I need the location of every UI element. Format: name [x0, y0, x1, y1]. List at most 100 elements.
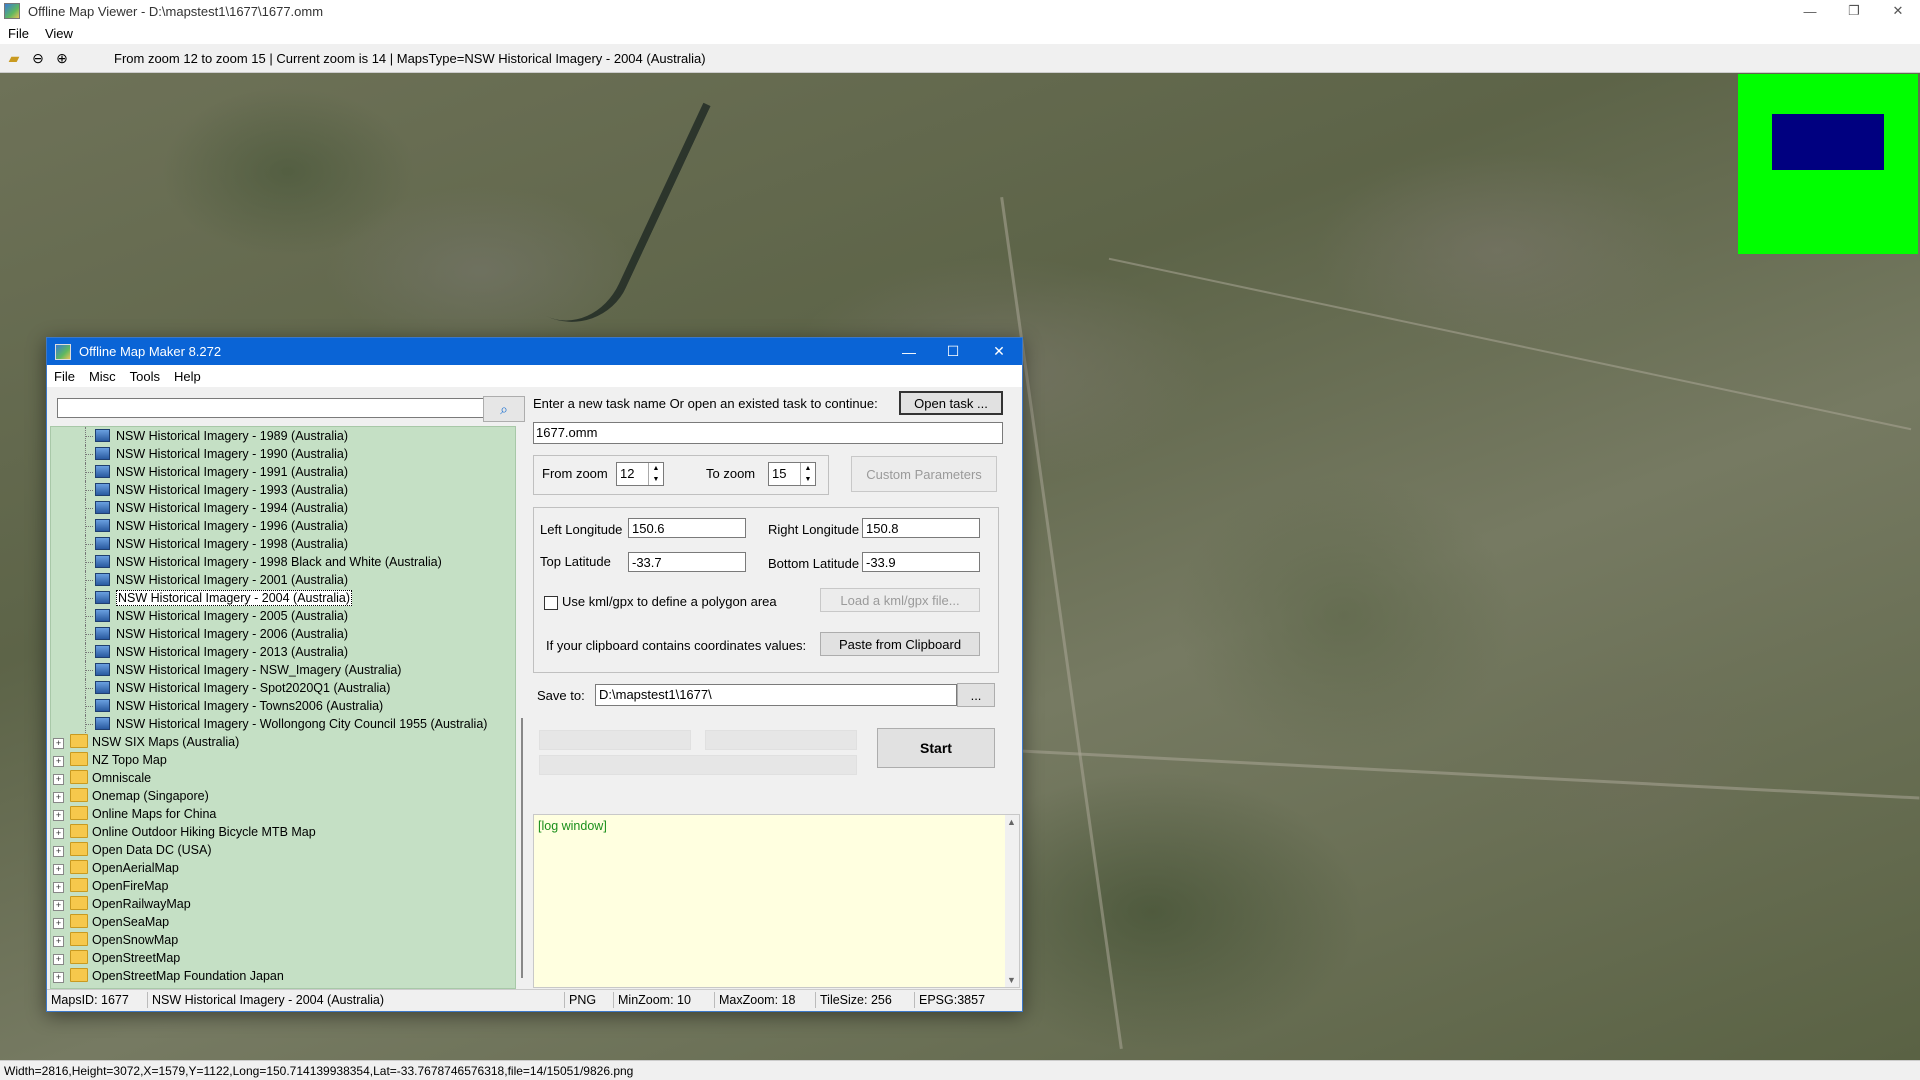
tree-folder[interactable]: + OpenSeaMap: [51, 913, 515, 931]
pane-splitter[interactable]: [521, 718, 523, 978]
right-longitude-input[interactable]: 150.8: [862, 518, 980, 538]
maker-menu-file[interactable]: File: [47, 369, 82, 384]
tree-item-map[interactable]: NSW Historical Imagery - 1990 (Australia…: [51, 445, 515, 463]
scroll-down-icon[interactable]: ▼: [1007, 975, 1016, 985]
tree-folder[interactable]: + OpenAerialMap: [51, 859, 515, 877]
close-button[interactable]: ✕: [1876, 0, 1920, 22]
tree-folder[interactable]: + NSW SIX Maps (Australia): [51, 733, 515, 751]
stepper-down-icon[interactable]: ▼: [800, 474, 815, 485]
menu-file[interactable]: File: [0, 26, 37, 41]
tree-item-map[interactable]: NSW Historical Imagery - 1991 (Australia…: [51, 463, 515, 481]
expand-icon[interactable]: +: [53, 774, 64, 785]
zoom-out-icon[interactable]: ⊖: [28, 48, 48, 68]
search-button[interactable]: ⌕: [483, 396, 525, 422]
expand-icon[interactable]: +: [53, 900, 64, 911]
to-zoom-stepper[interactable]: 15 ▲ ▼: [768, 462, 816, 486]
paste-from-clipboard-button[interactable]: Paste from Clipboard: [820, 632, 980, 656]
tree-item-map[interactable]: NSW Historical Imagery - 1998 Black and …: [51, 553, 515, 571]
tree-item-map[interactable]: NSW Historical Imagery - Spot2020Q1 (Aus…: [51, 679, 515, 697]
save-path-input[interactable]: D:\mapstest1\1677\: [595, 684, 957, 706]
custom-parameters-button[interactable]: Custom Parameters: [851, 456, 997, 492]
map-type-tree[interactable]: NSW Historical Imagery - 1989 (Australia…: [50, 426, 516, 989]
expand-icon[interactable]: +: [53, 828, 64, 839]
map-image-icon: [95, 447, 110, 460]
tree-item-map[interactable]: NSW Historical Imagery - Wollongong City…: [51, 715, 515, 733]
tree-item-label: NSW Historical Imagery - 2006 (Australia…: [116, 627, 349, 641]
tree-item-map[interactable]: NSW Historical Imagery - Towns2006 (Aust…: [51, 697, 515, 715]
tree-item-label: NSW Historical Imagery - Towns2006 (Aust…: [116, 699, 384, 713]
tree-folder[interactable]: + OpenSnowMap: [51, 931, 515, 949]
start-button[interactable]: Start: [877, 728, 995, 768]
kml-polygon-checkbox[interactable]: [544, 596, 558, 610]
tree-folder[interactable]: + OpenFireMap: [51, 877, 515, 895]
expand-icon[interactable]: +: [53, 792, 64, 803]
tree-item-map[interactable]: NSW Historical Imagery - NSW_Imagery (Au…: [51, 661, 515, 679]
browse-folder-button[interactable]: ...: [957, 683, 995, 707]
expand-icon[interactable]: +: [53, 756, 64, 767]
expand-icon[interactable]: +: [53, 864, 64, 875]
maker-maximize-button[interactable]: ☐: [931, 338, 975, 365]
tile-info-text: Width=2816,Height=3072,X=1579,Y=1122,Lon…: [4, 1063, 634, 1078]
stepper-down-icon[interactable]: ▼: [648, 474, 663, 485]
tree-folder[interactable]: + OpenStreetMap: [51, 949, 515, 967]
tree-item-map[interactable]: NSW Historical Imagery - 2004 (Australia…: [51, 589, 515, 607]
tree-item-map[interactable]: NSW Historical Imagery - 2001 (Australia…: [51, 571, 515, 589]
overview-viewport[interactable]: [1772, 114, 1884, 170]
left-longitude-input[interactable]: 150.6: [628, 518, 746, 538]
maker-menu-tools[interactable]: Tools: [123, 369, 167, 384]
expand-icon[interactable]: +: [53, 936, 64, 947]
maker-minimize-button[interactable]: —: [887, 338, 931, 365]
tree-folder[interactable]: + Omniscale: [51, 769, 515, 787]
tree-folder[interactable]: + OpenStreetMap Foundation Japan: [51, 967, 515, 985]
tree-item-map[interactable]: NSW Historical Imagery - 1989 (Australia…: [51, 427, 515, 445]
overview-map[interactable]: [1738, 74, 1918, 254]
expand-icon[interactable]: +: [53, 882, 64, 893]
tree-folder[interactable]: + Online Maps for China: [51, 805, 515, 823]
expand-icon[interactable]: +: [53, 954, 64, 965]
tree-folder[interactable]: + Open Data DC (USA): [51, 841, 515, 859]
maker-menu-help[interactable]: Help: [167, 369, 208, 384]
map-search-input[interactable]: [57, 398, 491, 418]
stepper-up-icon[interactable]: ▲: [648, 463, 663, 474]
minimize-button[interactable]: —: [1788, 0, 1832, 22]
tree-item-map[interactable]: NSW Historical Imagery - 2013 (Australia…: [51, 643, 515, 661]
tree-folder[interactable]: + Onemap (Singapore): [51, 787, 515, 805]
stepper-up-icon[interactable]: ▲: [800, 463, 815, 474]
maker-menu-misc[interactable]: Misc: [82, 369, 123, 384]
maker-close-button[interactable]: ✕: [977, 338, 1021, 365]
expand-icon[interactable]: +: [53, 738, 64, 749]
restore-button[interactable]: ❐: [1832, 0, 1876, 22]
tree-folder[interactable]: + NZ Topo Map: [51, 751, 515, 769]
tree-item-map[interactable]: NSW Historical Imagery - 1994 (Australia…: [51, 499, 515, 517]
expand-icon[interactable]: +: [53, 918, 64, 929]
tree-item-map[interactable]: NSW Historical Imagery - 2006 (Australia…: [51, 625, 515, 643]
from-zoom-stepper[interactable]: 12 ▲ ▼: [616, 462, 664, 486]
expand-icon[interactable]: +: [53, 972, 64, 983]
expand-icon[interactable]: +: [53, 810, 64, 821]
to-zoom-value: 15: [772, 466, 787, 481]
menu-view[interactable]: View: [37, 26, 81, 41]
road: [1108, 257, 1912, 431]
log-window[interactable]: [log window] ▲ ▼: [533, 814, 1020, 988]
top-latitude-input[interactable]: -33.7: [628, 552, 746, 572]
load-kml-button[interactable]: Load a kml/gpx file...: [820, 588, 980, 612]
open-task-button[interactable]: Open task ...: [899, 391, 1003, 415]
tree-folder[interactable]: + Online Outdoor Hiking Bicycle MTB Map: [51, 823, 515, 841]
bottom-latitude-input[interactable]: -33.9: [862, 552, 980, 572]
viewer-status-bar: Width=2816,Height=3072,X=1579,Y=1122,Lon…: [0, 1060, 1920, 1080]
tree-item-map[interactable]: NSW Historical Imagery - 2005 (Australia…: [51, 607, 515, 625]
expand-icon[interactable]: +: [53, 846, 64, 857]
log-scrollbar[interactable]: ▲ ▼: [1005, 815, 1019, 987]
task-name-input[interactable]: 1677.omm: [533, 422, 1003, 444]
open-folder-icon[interactable]: ▰: [4, 48, 24, 68]
map-image-icon: [95, 519, 110, 532]
zoom-in-icon[interactable]: ⊕: [52, 48, 72, 68]
folder-icon: [70, 752, 88, 766]
kml-polygon-label: Use kml/gpx to define a polygon area: [562, 594, 777, 609]
tree-item-map[interactable]: NSW Historical Imagery - 1996 (Australia…: [51, 517, 515, 535]
tree-folder[interactable]: + OpenRailwayMap: [51, 895, 515, 913]
tree-item-map[interactable]: NSW Historical Imagery - 1998 (Australia…: [51, 535, 515, 553]
scroll-up-icon[interactable]: ▲: [1007, 817, 1016, 827]
folder-icon: [70, 788, 88, 802]
tree-item-map[interactable]: NSW Historical Imagery - 1993 (Australia…: [51, 481, 515, 499]
